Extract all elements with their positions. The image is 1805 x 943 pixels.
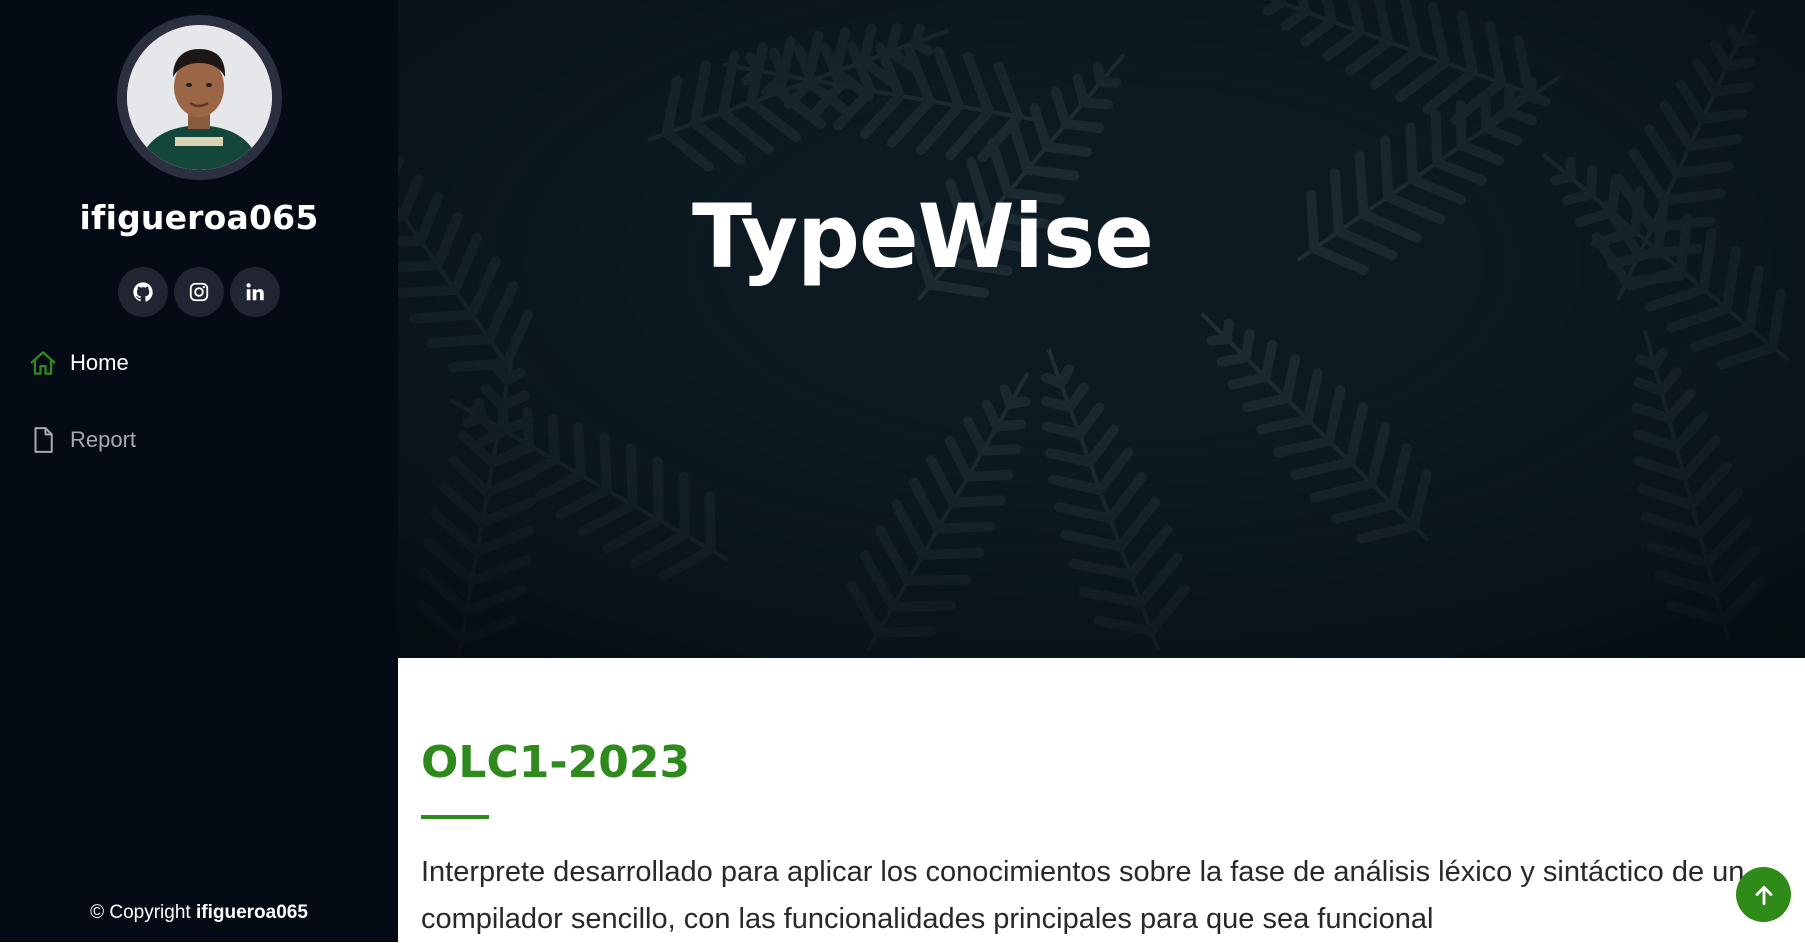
file-icon <box>28 425 58 455</box>
instagram-icon <box>189 282 209 302</box>
fern-background-image <box>398 0 1805 658</box>
copyright: © Copyright ifigueroa065 <box>0 902 398 924</box>
linkedin-link[interactable] <box>230 267 280 317</box>
section-title: OLC1-2023 <box>421 737 691 788</box>
avatar-photo <box>126 25 272 170</box>
sidebar: ifigueroa065 Home Report © Copyright ifi… <box>0 0 398 942</box>
description-text: Interprete desarrollado para aplicar los… <box>421 856 1745 935</box>
copyright-name: ifigueroa065 <box>195 902 308 923</box>
hero-title: TypeWise <box>692 184 1154 288</box>
github-link[interactable] <box>118 267 168 317</box>
nav-item-home[interactable]: Home <box>28 339 398 387</box>
avatar <box>116 15 282 180</box>
username: ifigueroa065 <box>79 198 319 237</box>
nav-label-report: Report <box>70 427 137 452</box>
github-icon <box>133 282 153 302</box>
linkedin-icon <box>246 283 264 301</box>
profile: ifigueroa065 <box>0 0 398 317</box>
copyright-prefix: © Copyright <box>90 902 191 923</box>
hero-banner: TypeWise <box>398 0 1805 658</box>
arrow-up-icon <box>1755 885 1772 905</box>
home-icon <box>28 348 58 378</box>
social-links <box>118 267 280 317</box>
main-content: OLC1-2023 Interprete desarrollado para a… <box>398 658 1805 942</box>
nav-label-home: Home <box>70 350 129 375</box>
title-underline <box>421 815 489 819</box>
back-to-top-button[interactable] <box>1736 867 1791 922</box>
sidebar-nav: Home Report <box>0 339 398 464</box>
instagram-link[interactable] <box>174 267 224 317</box>
nav-item-report[interactable]: Report <box>28 416 398 464</box>
